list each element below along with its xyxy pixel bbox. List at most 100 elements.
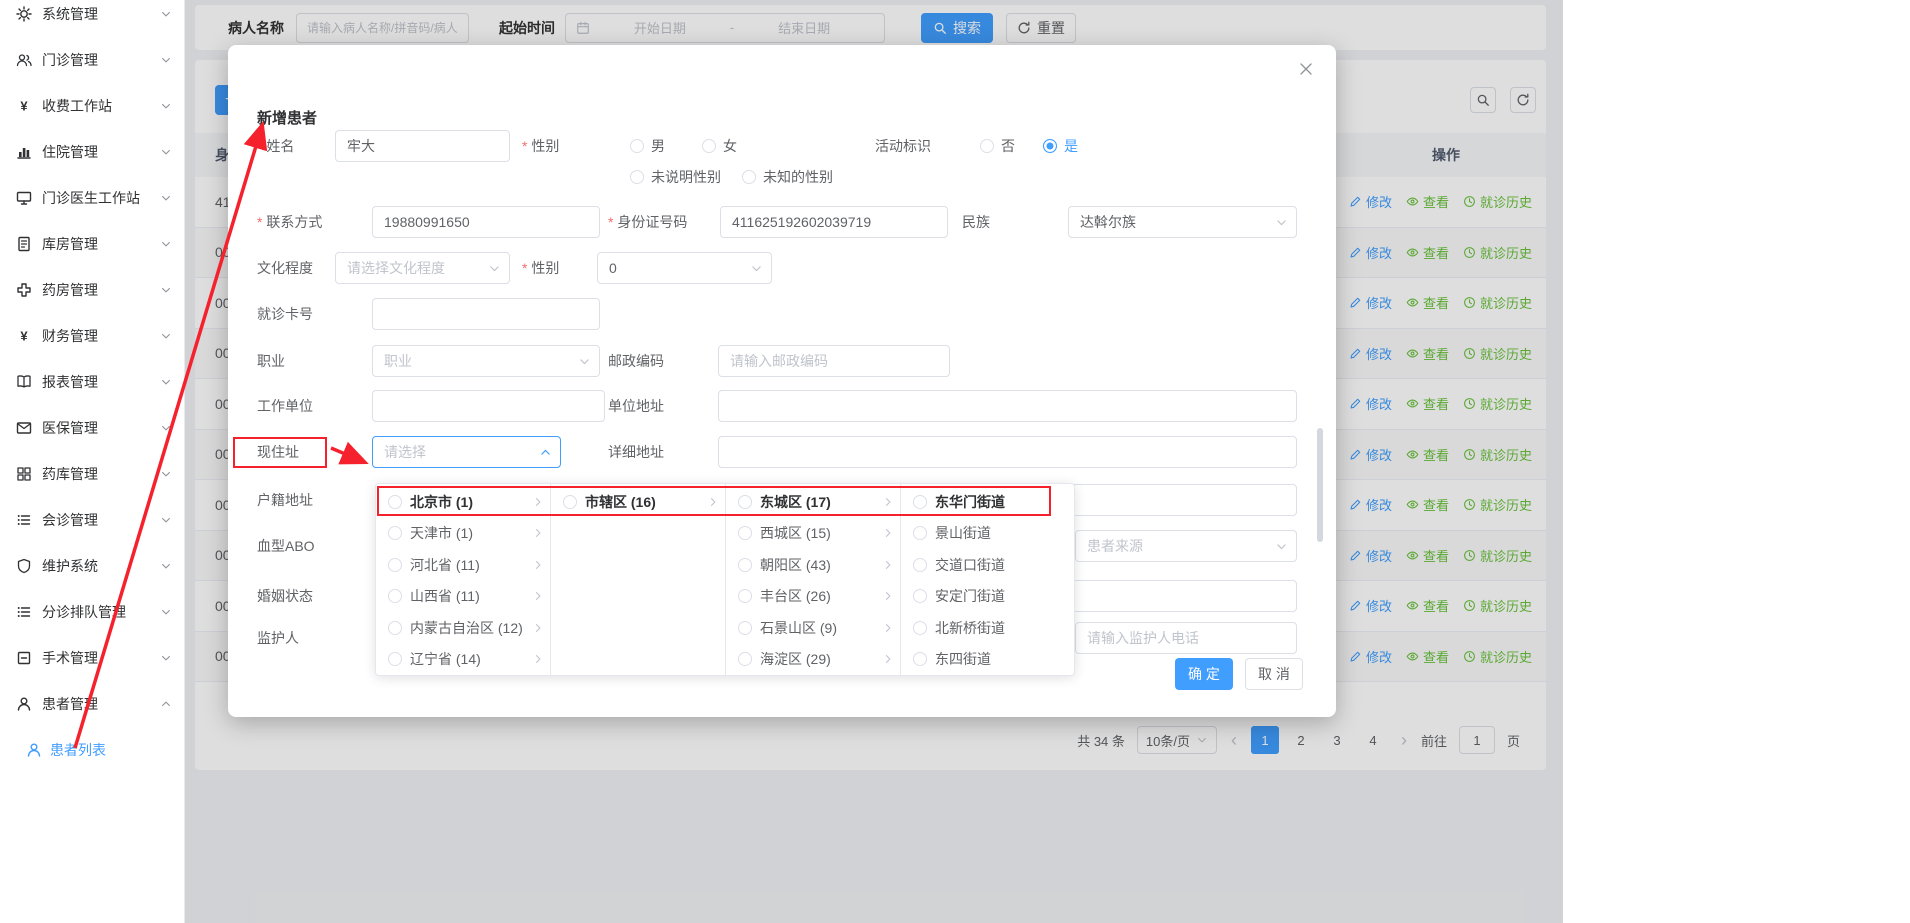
- chevron-right-icon: [532, 653, 544, 665]
- gender-code-select[interactable]: 0: [597, 252, 772, 284]
- current-address-cascader[interactable]: 请选择: [372, 436, 561, 468]
- sidebar-item-5[interactable]: 门诊医生工作站: [0, 175, 184, 221]
- grid-icon: [16, 466, 32, 482]
- cascader-option[interactable]: 交道口街道: [901, 549, 1076, 581]
- blood-type-label: 血型ABO: [257, 530, 315, 562]
- chevron-down-icon: [160, 514, 172, 526]
- radio-icon: [738, 589, 752, 603]
- sidebar-item-4[interactable]: 住院管理: [0, 129, 184, 175]
- sidebar-item-10[interactable]: 医保管理: [0, 405, 184, 451]
- radio-icon: [738, 526, 752, 540]
- sidebar-item-11[interactable]: 药库管理: [0, 451, 184, 497]
- contact-input[interactable]: [372, 206, 600, 238]
- cascader-option[interactable]: 景山街道: [901, 518, 1076, 550]
- square-icon: [16, 650, 32, 666]
- sidebar-item-1[interactable]: 系统管理: [0, 0, 184, 37]
- sidebar-item-16[interactable]: 患者管理: [0, 681, 184, 727]
- chevron-right-icon: [532, 559, 544, 571]
- gender-radio-female[interactable]: 女: [702, 130, 737, 162]
- name-input[interactable]: [335, 130, 510, 162]
- sidebar-item-label: 会诊管理: [42, 510, 160, 530]
- work-unit-input[interactable]: [372, 390, 605, 422]
- cascader-option-label: 东城区 (17): [760, 492, 874, 512]
- gender-radio-unspecified[interactable]: 未说明性别: [630, 161, 721, 193]
- cascader-option-label: 东四街道: [935, 649, 1070, 669]
- cascader-option-label: 北新桥街道: [935, 618, 1070, 638]
- cascader-option[interactable]: 西城区 (15): [726, 518, 900, 550]
- cascader-option[interactable]: 内蒙古自治区 (12): [376, 612, 550, 644]
- cascader-option-label: 石景山区 (9): [760, 618, 874, 638]
- cascader-option[interactable]: 山西省 (11): [376, 581, 550, 613]
- patient-source-select[interactable]: 患者来源: [1075, 530, 1297, 562]
- address-cascader-dropdown: 北京市 (1)天津市 (1)河北省 (11) 山西省 (11) 内蒙古自治区 (12…: [375, 483, 1075, 676]
- sidebar-item-2[interactable]: 门诊管理: [0, 37, 184, 83]
- cascader-option[interactable]: 安定门街道: [901, 581, 1076, 613]
- detail-address-input[interactable]: [718, 436, 1297, 468]
- cascader-option[interactable]: 海淀区 (29): [726, 644, 900, 676]
- cascader-option[interactable]: 辽宁省 (14): [376, 644, 550, 676]
- close-icon[interactable]: [1298, 61, 1314, 77]
- sidebar-item-6[interactable]: 库房管理: [0, 221, 184, 267]
- name-label: 姓名: [257, 130, 294, 162]
- chevron-down-icon: [160, 468, 172, 480]
- cascader-option[interactable]: 丰台区 (26): [726, 581, 900, 613]
- radio-icon: [388, 589, 402, 603]
- sidebar-item-12[interactable]: 会诊管理: [0, 497, 184, 543]
- cascader-option[interactable]: 东华门街道: [901, 486, 1076, 518]
- radio-icon: [913, 558, 927, 572]
- chevron-down-icon: [160, 606, 172, 618]
- chevron-right-icon: [532, 622, 544, 634]
- mail-icon: [16, 420, 32, 436]
- household-address-label: 户籍地址: [257, 484, 313, 516]
- cascader-option[interactable]: 东城区 (17): [726, 486, 900, 518]
- visit-card-input[interactable]: [372, 298, 600, 330]
- education-select[interactable]: 请选择文化程度: [335, 252, 510, 284]
- confirm-button[interactable]: 确 定: [1175, 658, 1233, 690]
- cascader-option[interactable]: 市辖区 (16): [551, 486, 725, 518]
- id-number-input[interactable]: [720, 206, 948, 238]
- sidebar-item-label: 医保管理: [42, 418, 160, 438]
- cancel-button[interactable]: 取 消: [1245, 658, 1303, 690]
- sidebar-item-7[interactable]: 药房管理: [0, 267, 184, 313]
- cascader-option-label: 景山街道: [935, 523, 1070, 543]
- cascader-option[interactable]: 石景山区 (9): [726, 612, 900, 644]
- cascader-option[interactable]: 北京市 (1): [376, 486, 550, 518]
- gender-radio-male[interactable]: 男: [630, 130, 665, 162]
- radio-icon: [630, 139, 644, 153]
- active-flag-radio-yes[interactable]: 是: [1043, 130, 1078, 162]
- active-flag-radio-no[interactable]: 否: [980, 130, 1015, 162]
- gender-radio-unknown[interactable]: 未知的性别: [742, 161, 833, 193]
- cascader-option-label: 内蒙古自治区 (12): [410, 618, 524, 638]
- chevron-right-icon: [532, 496, 544, 508]
- guardian-phone-input[interactable]: [1075, 622, 1297, 654]
- sidebar-item-14[interactable]: 分诊排队管理: [0, 589, 184, 635]
- radio-icon: [738, 652, 752, 666]
- unit-address-label: 单位地址: [608, 390, 664, 422]
- sidebar-item-3[interactable]: ¥收费工作站: [0, 83, 184, 129]
- sidebar-item-9[interactable]: 报表管理: [0, 359, 184, 405]
- chevron-right-icon: [707, 496, 719, 508]
- sidebar-item-label: 手术管理: [42, 648, 160, 668]
- unit-address-input[interactable]: [718, 390, 1297, 422]
- sidebar-item-8[interactable]: ¥财务管理: [0, 313, 184, 359]
- cascader-option[interactable]: 东四街道: [901, 644, 1076, 676]
- radio-icon: [913, 621, 927, 635]
- cascader-option-label: 山西省 (11): [410, 586, 524, 606]
- cascader-option[interactable]: 天津市 (1): [376, 518, 550, 550]
- cascader-option[interactable]: 北新桥街道: [901, 612, 1076, 644]
- cascader-option[interactable]: 朝阳区 (43): [726, 549, 900, 581]
- current-address-label: 现住址: [257, 436, 299, 468]
- occupation-select[interactable]: 职业: [372, 345, 600, 377]
- user-icon: [26, 742, 42, 758]
- sidebar-item-13[interactable]: 维护系统: [0, 543, 184, 589]
- ethnicity-select[interactable]: 达斡尔族: [1068, 206, 1297, 238]
- cross-icon: [16, 282, 32, 298]
- visit-card-label: 就诊卡号: [257, 298, 313, 330]
- sidebar-item-15[interactable]: 手术管理: [0, 635, 184, 681]
- cascader-option[interactable]: 河北省 (11): [376, 549, 550, 581]
- sidebar-item-patient-list[interactable]: 患者列表: [0, 727, 184, 773]
- modal-scrollbar[interactable]: [1317, 428, 1323, 542]
- cascader-option-label: 安定门街道: [935, 586, 1070, 606]
- postal-code-input[interactable]: [718, 345, 950, 377]
- chevron-right-icon: [882, 496, 894, 508]
